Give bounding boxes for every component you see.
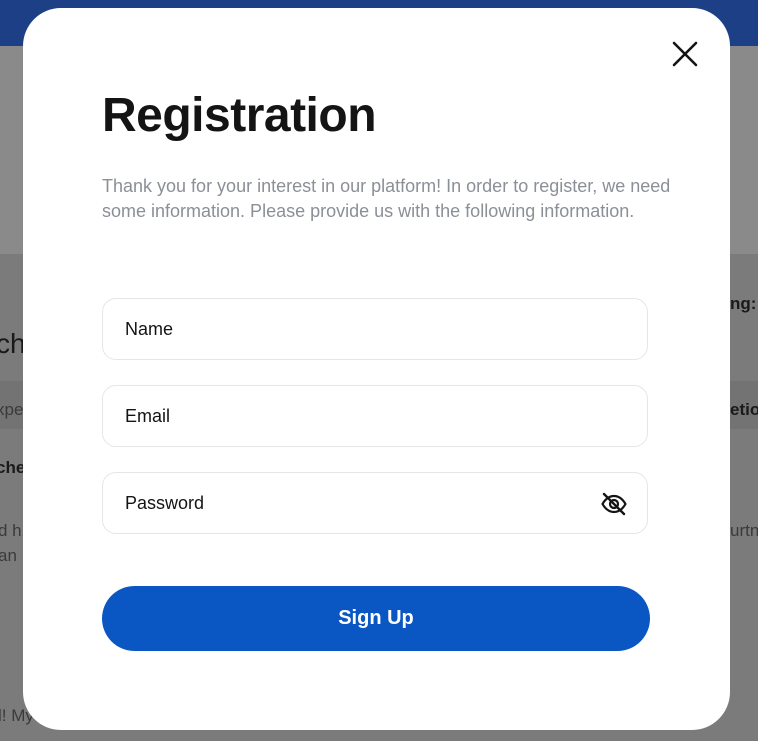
modal-title: Registration	[102, 89, 377, 142]
background-text: xpe	[0, 400, 24, 419]
toggle-password-visibility-button[interactable]	[600, 490, 628, 518]
sign-up-button[interactable]: Sign Up	[102, 586, 650, 651]
background-text: etio	[730, 400, 758, 419]
background-text: ch	[0, 328, 26, 359]
background-text: an	[0, 546, 17, 565]
password-input[interactable]	[125, 473, 565, 533]
background-text: d h	[0, 521, 22, 540]
name-input[interactable]	[125, 299, 565, 359]
page: ch xpe che d h an l! My ng: etio urtn Re…	[0, 0, 758, 741]
email-field[interactable]	[102, 385, 648, 447]
background-text: ng:	[730, 294, 757, 313]
registration-modal: Registration Thank you for your interest…	[23, 8, 730, 730]
background-text: che	[0, 458, 26, 477]
email-input[interactable]	[125, 386, 565, 446]
background-text: urtn	[730, 521, 758, 540]
name-field[interactable]	[102, 298, 648, 360]
password-field[interactable]	[102, 472, 648, 534]
eye-off-icon	[601, 492, 627, 516]
modal-intro-text: Thank you for your interest in our platf…	[102, 176, 671, 221]
close-button[interactable]	[670, 39, 700, 69]
close-icon	[672, 41, 698, 67]
